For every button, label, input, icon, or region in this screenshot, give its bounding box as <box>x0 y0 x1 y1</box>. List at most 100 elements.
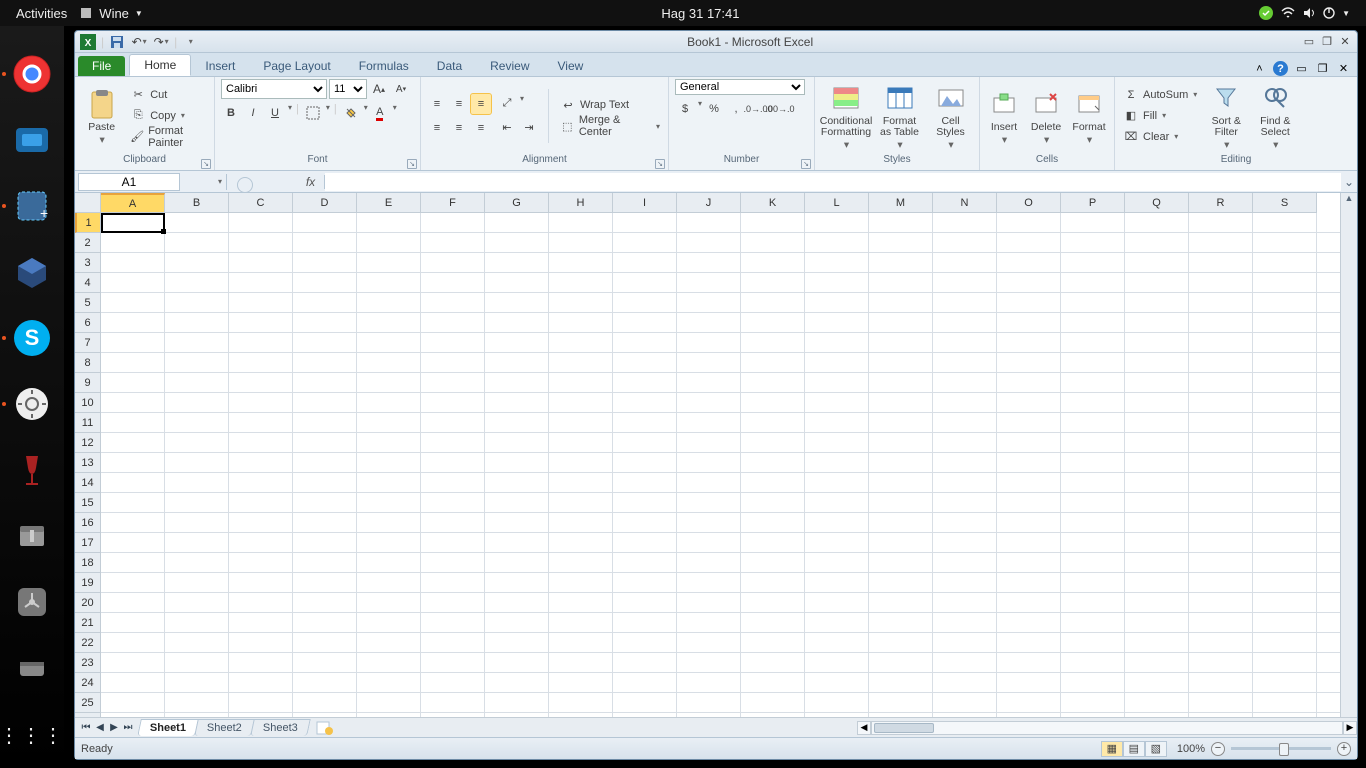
cell[interactable] <box>1125 673 1189 692</box>
cell[interactable] <box>933 593 997 612</box>
cell[interactable] <box>869 413 933 432</box>
cell[interactable] <box>485 233 549 252</box>
cell[interactable] <box>229 293 293 312</box>
cell[interactable] <box>101 393 165 412</box>
merge-center-button[interactable]: ⬚Merge & Center▾ <box>558 117 662 135</box>
cell[interactable] <box>293 393 357 412</box>
cell[interactable] <box>613 453 677 472</box>
cell[interactable] <box>229 493 293 512</box>
cell[interactable] <box>613 493 677 512</box>
cell[interactable] <box>869 533 933 552</box>
cell[interactable] <box>997 713 1061 717</box>
cell[interactable] <box>1125 553 1189 572</box>
app-menu[interactable]: Wine ▼ <box>73 6 149 21</box>
cell[interactable] <box>997 393 1061 412</box>
cell[interactable] <box>613 713 677 717</box>
sort-filter-button[interactable]: Sort & Filter▾ <box>1205 80 1247 151</box>
cell[interactable] <box>549 713 613 717</box>
row-header-3[interactable]: 3 <box>75 253 100 273</box>
tab-home[interactable]: Home <box>129 54 191 76</box>
cell[interactable] <box>421 293 485 312</box>
cell[interactable] <box>997 373 1061 392</box>
cell[interactable] <box>613 233 677 252</box>
cell[interactable] <box>805 413 869 432</box>
cell[interactable] <box>421 573 485 592</box>
cell[interactable] <box>549 293 613 312</box>
cell[interactable] <box>1253 393 1317 412</box>
row-header-24[interactable]: 24 <box>75 673 100 693</box>
cut-button[interactable]: ✂Cut <box>128 86 208 104</box>
cell[interactable] <box>1189 533 1253 552</box>
cell[interactable] <box>741 273 805 292</box>
cell[interactable] <box>1189 373 1253 392</box>
orientation-icon[interactable]: ⤢ <box>497 94 517 114</box>
cell[interactable] <box>1253 253 1317 272</box>
cell[interactable] <box>101 493 165 512</box>
cell[interactable] <box>613 273 677 292</box>
fx-icon[interactable]: fx <box>297 175 325 189</box>
cell[interactable] <box>357 673 421 692</box>
cell[interactable] <box>293 233 357 252</box>
cell[interactable] <box>869 253 933 272</box>
close-button[interactable]: ✕ <box>1337 35 1353 49</box>
cell[interactable] <box>869 693 933 712</box>
cell[interactable] <box>1189 293 1253 312</box>
cell[interactable] <box>933 653 997 672</box>
cell[interactable] <box>933 693 997 712</box>
cell[interactable] <box>549 513 613 532</box>
cell[interactable] <box>869 453 933 472</box>
cell[interactable] <box>805 593 869 612</box>
cell[interactable] <box>1253 553 1317 572</box>
cell[interactable] <box>805 313 869 332</box>
row-header-7[interactable]: 7 <box>75 333 100 353</box>
cell[interactable] <box>101 513 165 532</box>
qat-customize[interactable]: ▾ <box>181 33 199 51</box>
tab-review[interactable]: Review <box>476 56 543 76</box>
row-header-6[interactable]: 6 <box>75 313 100 333</box>
alignment-dialog-launcher[interactable]: ↘ <box>655 159 665 169</box>
row-header-1[interactable]: 1 <box>75 213 100 233</box>
cell[interactable] <box>549 253 613 272</box>
cell[interactable] <box>1061 213 1125 232</box>
cell[interactable] <box>293 653 357 672</box>
cell[interactable] <box>805 393 869 412</box>
cell[interactable] <box>997 413 1061 432</box>
cell[interactable] <box>933 493 997 512</box>
cell[interactable] <box>293 573 357 592</box>
cell[interactable] <box>1189 613 1253 632</box>
cell[interactable] <box>613 373 677 392</box>
cell[interactable] <box>421 693 485 712</box>
cell[interactable] <box>229 593 293 612</box>
cell[interactable] <box>805 553 869 572</box>
cell[interactable] <box>421 493 485 512</box>
cell[interactable] <box>997 433 1061 452</box>
column-header-D[interactable]: D <box>293 193 357 212</box>
cell[interactable] <box>997 293 1061 312</box>
help-icon[interactable]: ? <box>1273 61 1288 76</box>
cell[interactable] <box>421 313 485 332</box>
cell[interactable] <box>1061 313 1125 332</box>
cell[interactable] <box>229 313 293 332</box>
cell[interactable] <box>101 353 165 372</box>
cell[interactable] <box>1125 253 1189 272</box>
cell[interactable] <box>485 573 549 592</box>
cell[interactable] <box>549 613 613 632</box>
cell[interactable] <box>357 633 421 652</box>
column-header-N[interactable]: N <box>933 193 997 212</box>
cell[interactable] <box>101 333 165 352</box>
cell[interactable] <box>421 213 485 232</box>
cell[interactable] <box>997 573 1061 592</box>
cell[interactable] <box>485 713 549 717</box>
cell[interactable] <box>613 213 677 232</box>
launcher-virtualbox[interactable] <box>8 248 56 296</box>
paste-button[interactable]: Paste▾ <box>81 86 122 146</box>
row-headers[interactable]: 1234567891011121314151617181920212223242… <box>75 213 101 717</box>
cell[interactable] <box>229 273 293 292</box>
cell[interactable] <box>549 633 613 652</box>
cell[interactable] <box>549 213 613 232</box>
cell[interactable] <box>229 553 293 572</box>
cell[interactable] <box>1189 573 1253 592</box>
cell[interactable] <box>1189 313 1253 332</box>
cell[interactable] <box>997 313 1061 332</box>
cell[interactable] <box>229 473 293 492</box>
